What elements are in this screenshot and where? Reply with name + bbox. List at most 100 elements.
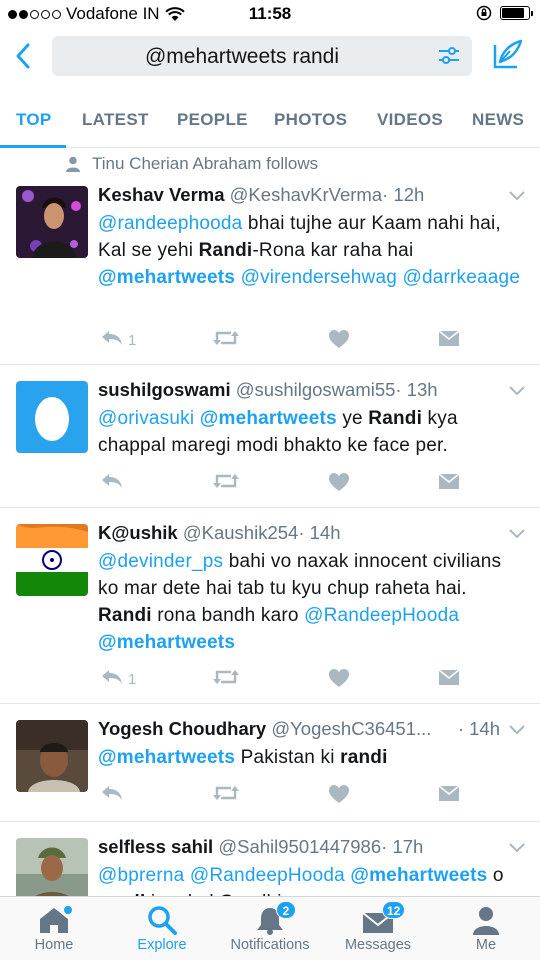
direct-message-button[interactable] [438,668,460,690]
direct-message-button[interactable] [438,784,460,806]
chevron-down-icon[interactable] [508,385,526,397]
mention-link[interactable]: @bprerna [98,865,184,886]
heart-icon [328,784,350,808]
reply-button[interactable]: 1 [100,668,136,690]
tweet-timestamp: · 14h [457,718,500,739]
mention-link[interactable]: @mehartweets [98,632,235,653]
tweet-actions [100,472,470,498]
retweet-button[interactable] [212,668,240,690]
retweet-button[interactable] [212,472,240,494]
avatar[interactable] [16,381,88,453]
tweet-text-segment: rona bandh karo [151,605,305,626]
chevron-down-icon[interactable] [508,842,526,854]
tab-explore[interactable]: Explore [108,903,216,953]
mention-link[interactable]: @randeephooda [98,213,242,234]
reply-button[interactable] [100,472,124,494]
direct-message-button[interactable] [438,472,460,494]
mention-link[interactable]: @devinder_ps [98,551,223,572]
like-button[interactable] [328,329,350,353]
like-button[interactable] [328,784,350,808]
like-button[interactable] [328,472,350,496]
home-icon [40,906,72,933]
author-name[interactable]: K@ushik [98,522,178,543]
tweet-timestamp: · 14h [298,522,341,543]
author-handle[interactable]: @sushilgoswami55 [236,379,396,400]
avatar[interactable] [16,838,88,896]
tweet-header: sushilgoswami @sushilgoswami55· 13h [98,379,500,401]
tab-people[interactable]: PEOPLE [177,110,248,130]
tweet[interactable]: Keshav Verma @KeshavKrVerma· 12h @randee… [0,148,540,365]
direct-message-button[interactable] [438,329,460,351]
author-name[interactable]: Yogesh Choudhary [98,718,266,739]
back-button[interactable] [8,38,38,74]
mention-link[interactable]: @virendersehwag [241,267,397,288]
mention-link[interactable]: @RandeepHooda [190,865,345,886]
messages-badge: 12 [382,901,406,919]
author-name[interactable]: Keshav Verma [98,184,225,205]
like-button[interactable] [328,668,350,692]
retweet-button[interactable] [212,329,240,351]
heart-icon [328,472,350,496]
chevron-down-icon[interactable] [508,724,526,736]
tweet-text: @randeephooda bhai tujhe aur Kaam nahi h… [98,210,524,291]
mention-link[interactable]: @mehartweets [98,747,235,768]
person-icon [473,907,499,935]
reply-count: 1 [128,670,137,688]
mention-link[interactable]: @mehartweets [350,865,487,886]
tab-notifications-label: Notifications [230,937,310,953]
tweet-feed[interactable]: Tinu Cherian Abraham follows Keshav Verm… [0,148,540,896]
author-name[interactable]: selfless sahil [98,836,213,857]
author-handle[interactable]: @YogeshC36451... [271,718,431,739]
author-name[interactable]: sushilgoswami [98,379,231,400]
tweet[interactable]: sushilgoswami @sushilgoswami55· 13h @ori… [0,365,540,508]
tweet-actions [100,784,470,810]
tab-home[interactable]: Home [0,903,108,953]
mention-link[interactable]: @darrkeaage [402,267,520,288]
status-bar: Vodafone IN 11:58 [0,0,540,28]
avatar[interactable] [16,524,88,596]
chevron-down-icon[interactable] [508,190,526,202]
tab-photos[interactable]: PHOTOS [274,110,347,130]
tab-top[interactable]: TOP [16,110,52,130]
tab-latest[interactable]: LATEST [82,110,149,130]
tweet-text-segment: Randi [368,408,423,429]
tweet-text: @orivasuki @mehartweets ye Randi kya cha… [98,405,524,459]
author-handle[interactable]: @Kaushik254 [183,522,298,543]
compose-tweet-button[interactable] [490,38,524,72]
avatar[interactable] [16,186,88,258]
tweet-text-segment: randi [340,747,388,768]
tweet-text-segment: Pakistan ki [235,747,341,768]
retweet-icon [212,784,240,806]
mention-link[interactable]: @mehartweets [98,267,235,288]
reply-icon [100,668,124,690]
tab-me[interactable]: Me [432,903,540,953]
envelope-icon [438,472,460,494]
tweet-text-segment: -Rona kar raha hai [252,240,414,261]
mention-link[interactable]: @mehartweets [200,408,337,429]
retweet-icon [212,668,240,690]
reply-icon [100,329,124,351]
tweet[interactable]: Yogesh Choudhary @YogeshC36451... · 14h … [0,704,540,822]
tab-videos[interactable]: VIDEOS [377,110,443,130]
tweet-text-segment: ye [336,408,369,429]
filter-icon[interactable] [438,46,460,66]
author-handle[interactable]: @Sahil9501447986 [218,836,381,857]
bottom-tab-bar: Home Explore 2 Notifications 12 Messages… [0,896,540,960]
reply-button[interactable] [100,784,124,806]
tab-notifications[interactable]: 2 Notifications [216,901,324,953]
chevron-down-icon[interactable] [508,528,526,540]
tweet[interactable]: K@ushik @Kaushik254· 14h @devinder_ps ba… [0,508,540,704]
search-input[interactable]: @mehartweets randi [52,36,472,76]
battery-icon [500,6,533,20]
mention-link[interactable]: @RandeepHooda [304,605,459,626]
tweet-header: K@ushik @Kaushik254· 14h [98,522,500,544]
retweet-button[interactable] [212,784,240,806]
avatar[interactable] [16,720,88,792]
author-handle[interactable]: @KeshavKrVerma [230,184,382,205]
reply-button[interactable]: 1 [100,329,136,351]
mention-link[interactable]: @orivasuki [98,408,194,429]
tab-news[interactable]: NEWS [472,110,524,130]
tweet[interactable]: selfless sahil @Sahil9501447986· 17h @bp… [0,822,540,896]
tab-messages[interactable]: 12 Messages [324,901,432,953]
tweet-timestamp: · 17h [381,836,424,857]
